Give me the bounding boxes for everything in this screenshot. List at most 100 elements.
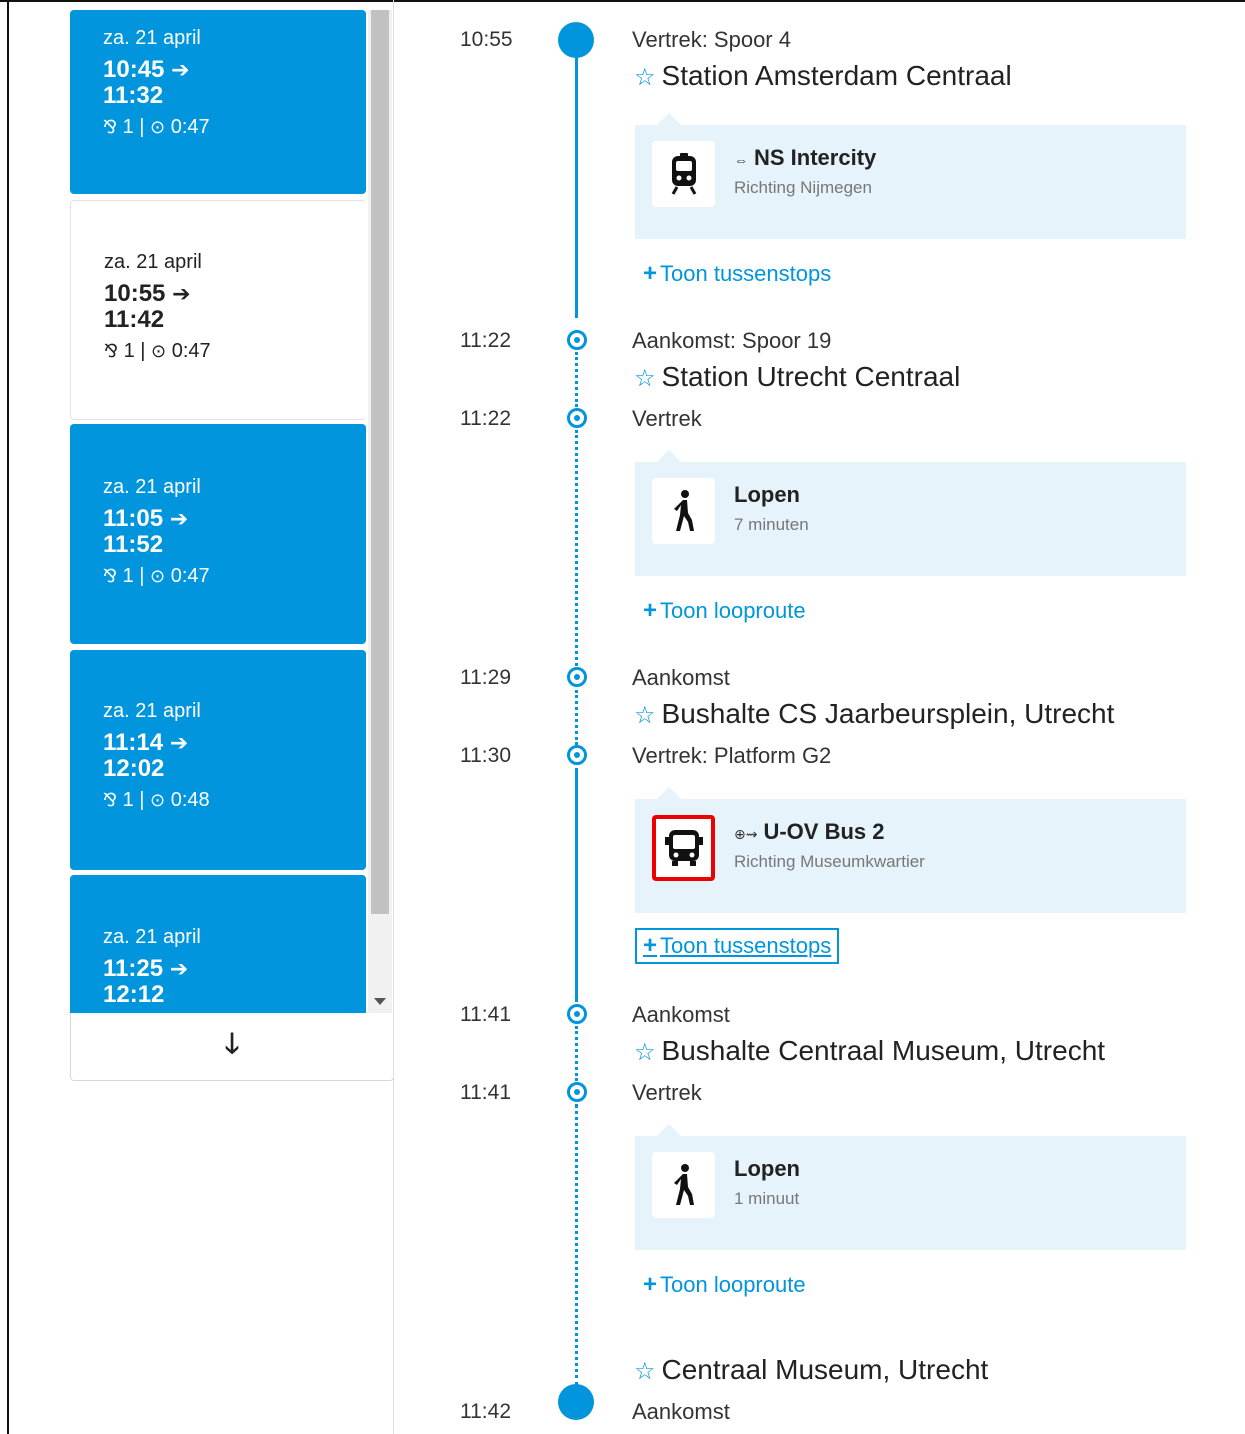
plus-icon: + (643, 597, 658, 624)
train-icon (652, 141, 715, 207)
star-icon[interactable]: ☆ (634, 1358, 656, 1385)
leg-walk: Lopen 7 minuten (635, 450, 1186, 576)
timeline-transfer (575, 352, 578, 407)
show-walk-route-link[interactable]: + Toon looproute (643, 597, 806, 625)
trip-meta: ⅋ 1 | ⊙ 0:47 (103, 565, 210, 587)
transfer-count: 1 (122, 789, 134, 811)
trip-times: 11:05 ➔ 11:52 (103, 506, 366, 558)
trip-option-4[interactable]: za. 21 april 11:14 ➔ 12:02 ⅋ 1 | ⊙ 0:48 (70, 650, 366, 870)
star-icon[interactable]: ☆ (634, 64, 656, 91)
trip-option-3[interactable]: za. 21 april 11:05 ➔ 11:52 ⅋ 1 | ⊙ 0:47 (70, 424, 366, 644)
leg-title: Lopen (734, 1156, 800, 1181)
stop-departure-label: Vertrek (632, 1080, 702, 1105)
show-stops-link[interactable]: + Toon tussenstops (643, 260, 831, 288)
stop-time: 10:55 (460, 28, 513, 51)
frame-left (7, 0, 9, 1434)
trip-option-2-selected[interactable]: za. 21 april 10:55 ➔ 11:42 ⅋ 1 | ⊙ 0:47 (70, 200, 366, 420)
leg-bus: ⊕⇝ U-OV Bus 2 Richting Museumkwartier (635, 787, 1186, 913)
stop-arrival-time: 11:29 (460, 666, 511, 689)
transfer-icon: ⅋ (103, 117, 118, 137)
trip-options-list: za. 21 april 10:45 ➔ 11:32 ⅋ 1 | ⊙ 0:47 … (70, 10, 366, 1013)
depart-time: 11:25 (103, 955, 164, 982)
stop-platform-label: Vertrek: Spoor 4 (632, 27, 791, 52)
stop-departure-label: Vertrek: Platform G2 (632, 743, 832, 768)
stop-arrival-time: 11:41 (460, 1003, 511, 1026)
trip-duration: 0:47 (170, 565, 210, 587)
trip-date: za. 21 april (103, 27, 201, 49)
walk-icon (652, 1152, 715, 1218)
arrive-time: 11:32 (103, 82, 164, 109)
leg-direction: Richting Nijmegen (734, 178, 872, 197)
timeline-line-train (575, 45, 578, 318)
show-stops-link[interactable]: + Toon tussenstops (635, 928, 840, 964)
timeline-line-walk (575, 430, 578, 666)
trip-times: 11:14 ➔ 12:02 (103, 730, 366, 782)
station-name: ☆ Station Amsterdam Centraal (634, 60, 1012, 91)
depart-time: 10:45 (103, 56, 165, 83)
timeline-end-dot (558, 1384, 594, 1420)
plus-icon: + (643, 260, 658, 287)
station-name: ☆ Station Utrecht Centraal (634, 361, 961, 392)
clock-icon: ⊙ (150, 117, 166, 137)
star-icon[interactable]: ☆ (634, 1039, 656, 1066)
depart-time: 11:05 (103, 505, 164, 532)
stop-marker (567, 408, 587, 428)
stop-arrival-label: Aankomst (632, 1399, 730, 1424)
bus-icon[interactable] (652, 815, 715, 881)
trip-times: 11:25 ➔ 12:12 (103, 956, 366, 1008)
right-arrow-icon: ➔ (169, 956, 189, 981)
timeline-line-bus (575, 768, 578, 1002)
station-name: ☆ Bushalte CS Jaarbeursplein, Utrecht (634, 698, 1115, 729)
column-divider (393, 0, 394, 1434)
clock-icon: ⊙ (150, 566, 166, 586)
stop-arrival-time: 11:22 (460, 329, 511, 352)
star-icon[interactable]: ☆ (634, 702, 656, 729)
stop-marker (567, 1004, 587, 1024)
show-walk-route-link[interactable]: + Toon looproute (643, 1271, 806, 1299)
stop-arrival-label: Aankomst (632, 1002, 730, 1027)
timeline-transfer (575, 1026, 578, 1081)
stop-arrival-label: Aankomst (632, 665, 730, 690)
transfer-icon: ⅋ (103, 566, 118, 586)
walk-icon (652, 478, 715, 544)
leg-title: Lopen (734, 482, 800, 507)
trip-times: 10:55 ➔ 11:42 (104, 281, 366, 333)
stop-marker (567, 745, 587, 765)
leg-title: ⊕⇝ U-OV Bus 2 (734, 819, 885, 844)
trip-date: za. 21 april (103, 926, 201, 948)
leg-title: ⇔ NS Intercity (734, 145, 877, 170)
star-icon[interactable]: ☆ (634, 365, 656, 392)
right-arrow-icon: ➔ (171, 57, 190, 82)
load-more-button[interactable]: 🡓 (70, 1013, 394, 1081)
ns-logo-icon: ⇔ (734, 152, 748, 168)
arrive-time: 12:12 (103, 981, 165, 1008)
scrollbar-thumb[interactable] (371, 10, 389, 914)
trip-meta: ⅋ 1 | ⊙ 0:48 (103, 789, 210, 811)
depart-time: 11:14 (103, 729, 164, 756)
trip-duration: 0:48 (170, 789, 210, 811)
transfer-count: 1 (122, 116, 134, 138)
stop-arrival-label: Aankomst: Spoor 19 (632, 328, 832, 353)
transfer-icon: ⅋ (103, 790, 118, 810)
trip-option-5[interactable]: za. 21 april 11:25 ➔ 12:12 (70, 875, 366, 1013)
station-name: ☆ Bushalte Centraal Museum, Utrecht (634, 1035, 1106, 1066)
timeline-line-walk (575, 1104, 578, 1386)
arrive-time: 11:42 (104, 306, 165, 333)
bus-icon (664, 830, 703, 866)
trip-duration: 0:47 (170, 116, 210, 138)
plus-icon: + (643, 932, 658, 959)
walk-icon (673, 490, 694, 531)
stop-marker (567, 1082, 587, 1102)
arrive-time: 12:02 (103, 755, 165, 782)
leg-walk: Lopen 1 minuut (635, 1124, 1186, 1250)
arrive-time: 11:52 (103, 531, 164, 558)
leg-direction: Richting Museumkwartier (734, 852, 925, 871)
depart-time: 10:55 (104, 280, 166, 307)
down-arrow-icon: 🡓 (224, 1027, 240, 1059)
trip-meta: ⅋ 1 | ⊙ 0:47 (104, 340, 211, 362)
uov-logo-icon: ⊕⇝ (734, 826, 758, 842)
stop-arrival-time: 11:42 (460, 1400, 511, 1423)
trip-option-1[interactable]: za. 21 april 10:45 ➔ 11:32 ⅋ 1 | ⊙ 0:47 (70, 10, 366, 194)
scroll-down-icon[interactable] (374, 998, 386, 1005)
trip-list-scrollbar[interactable] (368, 10, 392, 1013)
